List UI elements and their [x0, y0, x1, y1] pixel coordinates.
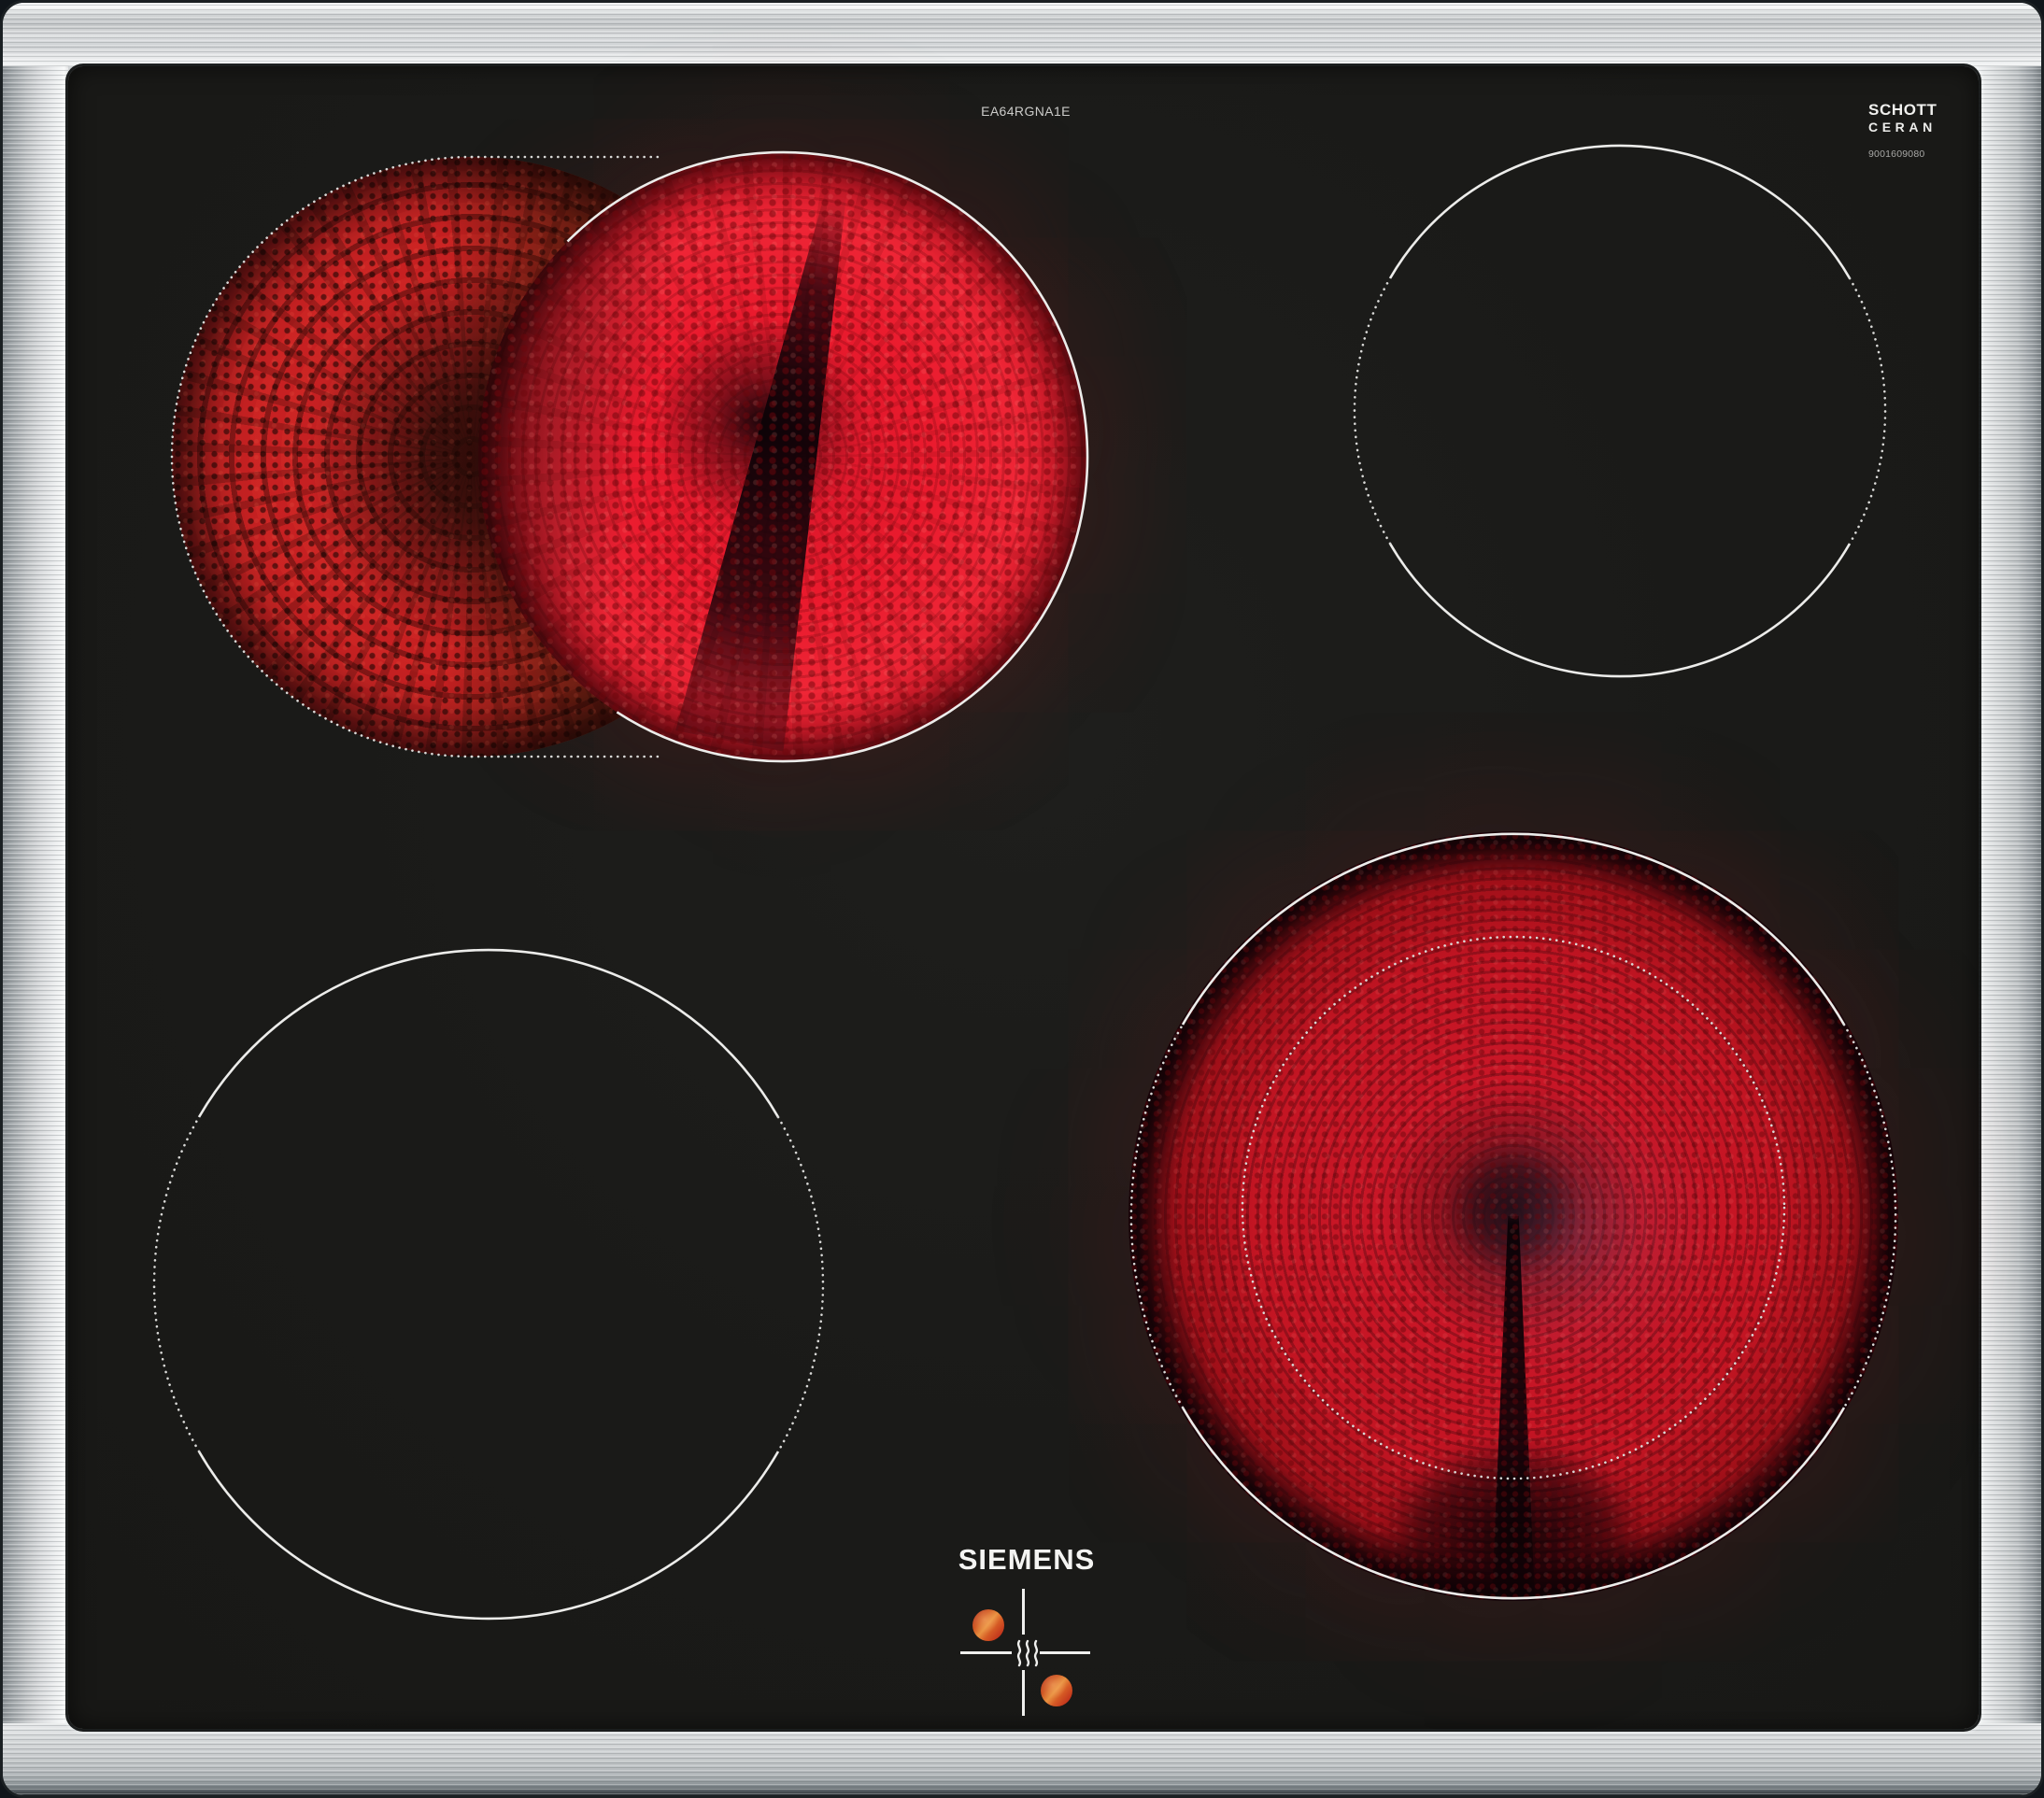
model-number-label: EA64RGNA1E — [981, 104, 1071, 119]
indicator-line-bottom — [1022, 1670, 1025, 1716]
frame-left-edge — [3, 3, 68, 1795]
heat-waves-icon — [1016, 1639, 1039, 1667]
zone-back-right-outline — [1353, 144, 1887, 678]
cooktop-photo: EA64RGNA1E SCHOTT CERAN 9001609080 SIEME… — [0, 0, 2044, 1798]
zone-front-left-outline — [152, 948, 825, 1621]
residual-heat-dot — [1041, 1675, 1072, 1706]
ceramic-glass-surface: EA64RGNA1E SCHOTT CERAN 9001609080 SIEME… — [68, 66, 1979, 1729]
indicator-line-top — [1022, 1589, 1025, 1635]
frame-right-edge — [1973, 3, 2041, 1795]
residual-heat-dot — [972, 1609, 1004, 1641]
schott-wordmark: SCHOTT — [1868, 101, 1938, 119]
brand-logo: SIEMENS — [958, 1543, 1096, 1576]
indicator-line-left — [960, 1651, 1012, 1654]
steel-frame: EA64RGNA1E SCHOTT CERAN 9001609080 SIEME… — [0, 0, 2044, 1798]
zone-back-left-outline — [170, 150, 1089, 763]
frame-top-edge — [3, 3, 2041, 66]
indicator-line-right — [1040, 1651, 1090, 1654]
frame-bottom-edge — [3, 1723, 2041, 1795]
zone-front-right-outline — [1129, 832, 1897, 1600]
ceran-wordmark: CERAN — [1868, 120, 1937, 134]
